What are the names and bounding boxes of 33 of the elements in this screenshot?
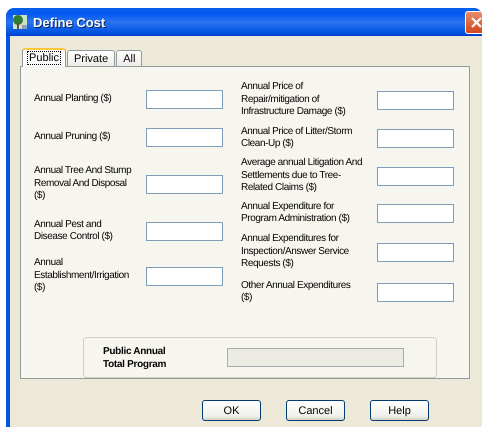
tab[interactable]: Private (66, 50, 116, 67)
input-field[interactable] (146, 90, 223, 108)
field-label: Average annual Litigation And Settlements due to Tree-Related Claims ($) (241, 157, 363, 195)
dialog-button[interactable]: Cancel (286, 400, 345, 421)
input-field[interactable] (146, 174, 223, 194)
field-label: Other Annual Expenditures ($) (241, 280, 352, 304)
field-label: Annual Price of Litter/Storm Clean-Up ($) (241, 126, 354, 150)
field-label: Annual Tree And Stump Removal And Disposal ($) (34, 165, 132, 203)
field-label: Annual Expenditures for Inspection/Answer Service Requests ($) (241, 233, 350, 271)
dialog-button[interactable]: Help (370, 400, 429, 421)
close-button[interactable] (465, 10, 482, 34)
dialog-button[interactable]: OK (202, 400, 261, 421)
field-label: Annual Expenditure for Program Administration ($) (241, 200, 351, 226)
field-label: Annual Establishment/Irrigation ($) (34, 257, 130, 295)
input-field[interactable] (146, 128, 223, 147)
input-field[interactable] (146, 266, 223, 286)
tree-icon (12, 14, 28, 30)
field-label: Annual Price of Repair/mitigation of Infrastructure Damage ($) (241, 81, 346, 119)
tab[interactable]: Public (22, 48, 66, 67)
tab[interactable]: All (116, 50, 142, 67)
input-field[interactable] (377, 242, 454, 262)
total-label: Public Annual Total Program (103, 344, 168, 370)
input-field[interactable] (377, 204, 454, 222)
window-title: Define Cost (33, 14, 106, 30)
input-field[interactable] (377, 90, 454, 110)
input-field[interactable] (377, 128, 454, 148)
input-field[interactable] (146, 222, 223, 240)
field-label: Annual Pest and Disease Control ($) (34, 218, 114, 244)
field-label: Annual Pruning ($) (34, 131, 112, 144)
field-label: Annual Planting ($) (34, 92, 112, 106)
input-field[interactable] (377, 282, 454, 302)
input-field[interactable] (377, 166, 454, 186)
close-icon (471, 16, 482, 28)
